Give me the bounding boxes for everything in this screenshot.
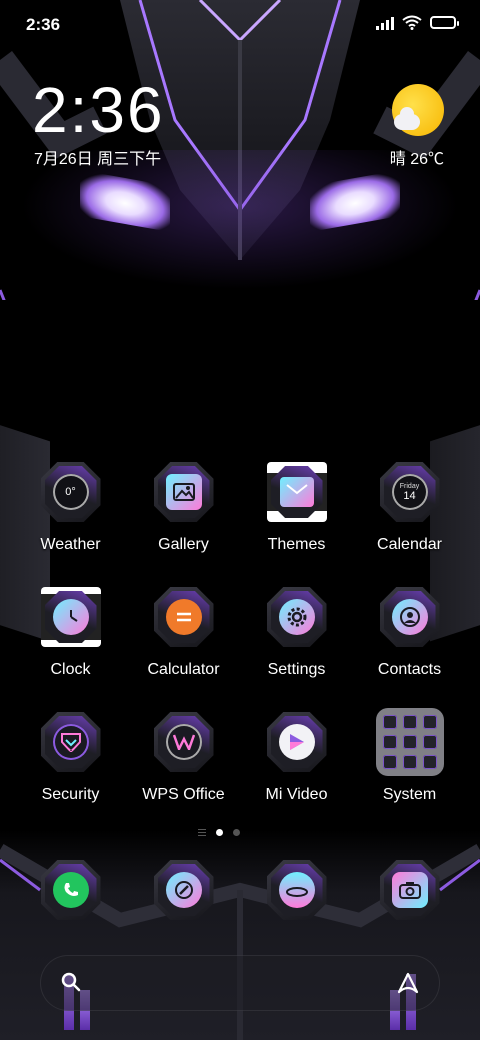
folder-icon bbox=[375, 708, 444, 776]
app-themes[interactable]: Themes bbox=[240, 462, 353, 566]
camera-icon bbox=[379, 860, 440, 920]
app-label: Contacts bbox=[377, 661, 442, 678]
app-label: Calculator bbox=[147, 661, 220, 678]
contacts-icon bbox=[379, 587, 440, 647]
app-label: Weather bbox=[40, 536, 101, 553]
app-settings[interactable]: Settings bbox=[240, 587, 353, 691]
page-indicator[interactable] bbox=[198, 829, 240, 836]
dock-compass[interactable] bbox=[127, 860, 240, 930]
clock-icon bbox=[40, 587, 101, 647]
mi-video-icon bbox=[266, 712, 327, 772]
status-icons bbox=[376, 15, 459, 30]
wifi-icon bbox=[402, 15, 422, 30]
cloud-icon bbox=[394, 107, 420, 130]
gallery-icon bbox=[153, 462, 214, 522]
app-label: Security bbox=[41, 786, 100, 803]
page-list-icon bbox=[198, 829, 206, 836]
app-grid: 0° Weather Gallery Themes Friday 14 Cale… bbox=[14, 462, 466, 816]
dock-browser[interactable] bbox=[240, 860, 353, 930]
assistant-icon[interactable] bbox=[395, 970, 421, 996]
app-clock[interactable]: Clock bbox=[14, 587, 127, 691]
app-label: Themes bbox=[267, 536, 326, 553]
calendar-day: Friday bbox=[399, 482, 420, 490]
dock-phone[interactable] bbox=[14, 860, 127, 930]
settings-icon bbox=[266, 587, 327, 647]
app-wps-office[interactable]: WPS Office bbox=[127, 712, 240, 816]
calendar-date: 14 bbox=[403, 489, 416, 502]
browser-icon bbox=[266, 860, 327, 920]
app-label: Clock bbox=[50, 661, 91, 678]
app-label: Gallery bbox=[158, 536, 209, 553]
compass-icon bbox=[153, 860, 214, 920]
app-mi-video[interactable]: Mi Video bbox=[240, 712, 353, 816]
themes-icon bbox=[266, 462, 327, 522]
weather-text: 晴 26℃ bbox=[389, 151, 444, 168]
app-calculator[interactable]: Calculator bbox=[127, 587, 240, 691]
app-label: System bbox=[382, 786, 437, 803]
page-dot-active bbox=[216, 829, 223, 836]
app-weather[interactable]: 0° Weather bbox=[14, 462, 127, 566]
phone-icon bbox=[40, 860, 101, 920]
calendar-icon: Friday 14 bbox=[379, 462, 440, 522]
security-icon bbox=[40, 712, 101, 772]
search-icon[interactable] bbox=[61, 972, 81, 992]
app-contacts[interactable]: Contacts bbox=[353, 587, 466, 691]
app-security[interactable]: Security bbox=[14, 712, 127, 816]
signal-icon bbox=[376, 16, 394, 30]
app-label: Settings bbox=[267, 661, 326, 678]
search-bar[interactable] bbox=[40, 955, 440, 1011]
weather-icon-text: 0° bbox=[65, 486, 76, 498]
battery-icon bbox=[430, 16, 459, 29]
weather-icon: 0° bbox=[40, 462, 101, 522]
app-label: Mi Video bbox=[265, 786, 328, 803]
wps-office-icon bbox=[153, 712, 214, 772]
clock-time[interactable]: 2:36 bbox=[32, 78, 165, 142]
dock-camera[interactable] bbox=[353, 860, 466, 930]
status-time: 2:36 bbox=[26, 15, 61, 34]
app-gallery[interactable]: Gallery bbox=[127, 462, 240, 566]
app-label: WPS Office bbox=[142, 786, 225, 803]
clock-date: 7月26日 周三下午 bbox=[34, 151, 162, 168]
dock bbox=[14, 860, 466, 930]
status-bar: 2:36 bbox=[0, 0, 480, 50]
app-calendar[interactable]: Friday 14 Calendar bbox=[353, 462, 466, 566]
calculator-icon bbox=[153, 587, 214, 647]
app-label: Calendar bbox=[377, 536, 442, 553]
page-dot bbox=[233, 829, 240, 836]
folder-system[interactable]: System bbox=[353, 708, 466, 816]
